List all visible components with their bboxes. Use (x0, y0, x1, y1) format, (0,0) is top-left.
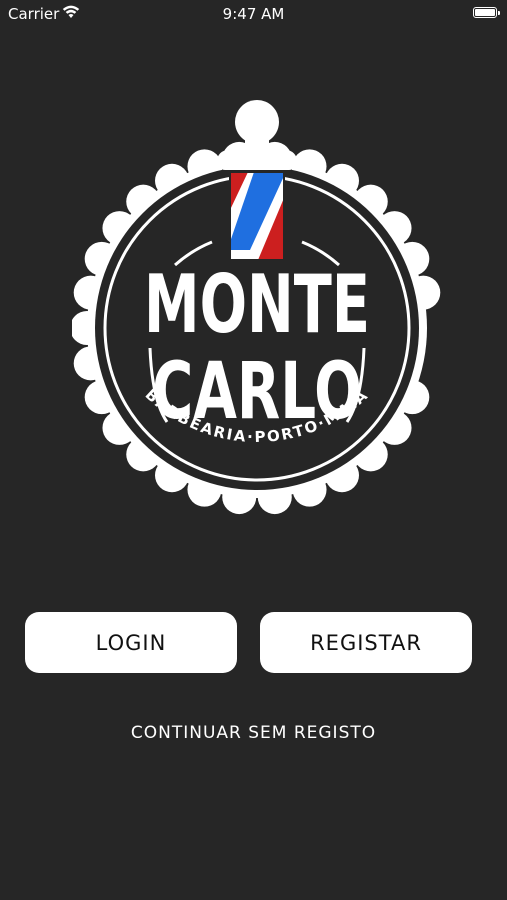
monte-carlo-logo: MONTE CARLO BARBEARIA·PORTO·MAIA (72, 100, 441, 515)
register-button[interactable]: REGISTAR (260, 612, 472, 673)
clock: 9:47 AM (222, 5, 285, 23)
battery-icon (473, 7, 500, 18)
barber-pole-icon (217, 100, 297, 261)
login-button[interactable]: LOGIN (25, 612, 237, 673)
continue-without-register-link[interactable]: CONTINUAR SEM REGISTO (0, 723, 507, 743)
logo-text-line1: MONTE (144, 258, 370, 351)
status-bar: Carrier 9:47 AM (0, 0, 507, 28)
